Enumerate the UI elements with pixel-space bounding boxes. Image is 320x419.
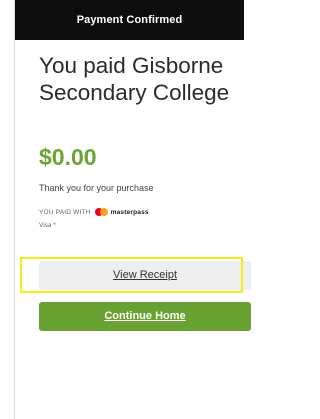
payment-confirmation-screen: Payment Confirmed You paid Gisborne Seco… [14,0,251,419]
paid-with-row: YOU PAID WITH masterpass [39,207,149,217]
payee-heading: You paid Gisborne Secondary College [39,53,230,105]
card-type: Visa * [39,222,56,229]
paid-with-label: YOU PAID WITH [39,208,91,216]
amount-paid: $0.00 [39,144,97,170]
thank-you-message: Thank you for your purchase [39,183,154,193]
continue-home-button[interactable]: Continue Home [39,302,251,331]
header-bar: Payment Confirmed [15,0,244,40]
page-title: Payment Confirmed [76,14,183,26]
highlight-box [20,257,243,293]
wallet-name: masterpass [110,208,149,216]
mastercard-logo-icon [94,208,108,216]
